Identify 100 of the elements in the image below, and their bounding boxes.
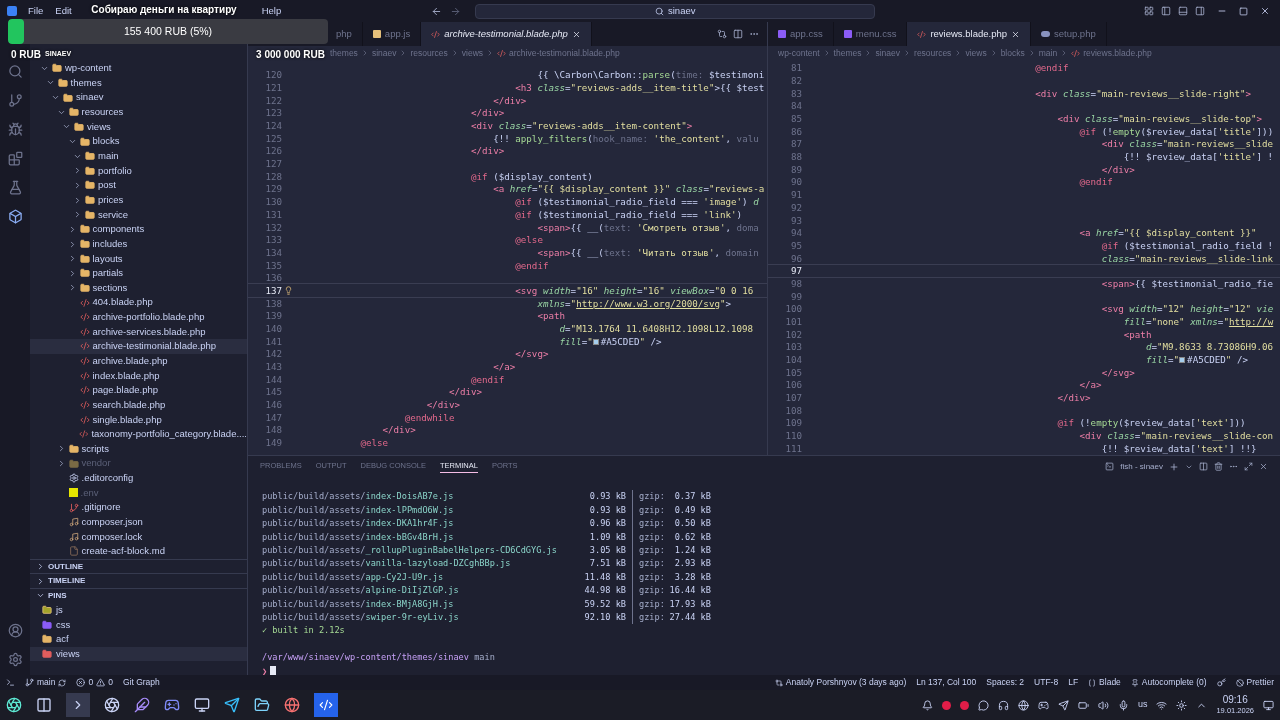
explorer-item[interactable]: resources [30,104,247,120]
chevron-right-icon[interactable] [73,166,82,176]
explorer-item[interactable]: post [30,178,247,193]
maximize-icon[interactable] [1239,6,1248,16]
more-icon[interactable] [1229,462,1238,471]
menu-item[interactable]: File [28,3,44,19]
explorer-item[interactable]: wp-content [30,61,247,76]
explorer-item[interactable]: archive-services.blade.php [30,324,247,340]
settings-icon[interactable] [7,652,23,667]
explorer-item[interactable]: 404.blade.php [30,295,247,310]
status-item[interactable]: Anatoly Porshnyov (3 days ago) [774,676,907,689]
pinned-item[interactable]: acf [30,632,247,647]
explorer-item[interactable]: portfolio [30,163,247,179]
pinned-item[interactable]: js [30,602,247,618]
explorer-item[interactable]: archive-portfolio.blade.php [30,309,247,325]
chat-tray-icon[interactable] [977,699,989,711]
close-icon[interactable] [571,29,581,39]
status-item[interactable]: Blade [1088,676,1121,689]
forward-icon[interactable] [450,5,462,17]
explorer-item[interactable]: archive-testimonial.blade.php [30,339,247,354]
notification-icon[interactable] [921,699,933,711]
explorer-item[interactable]: components [30,222,247,237]
explorer-item[interactable]: sinaev [30,90,247,105]
chevron-right-icon[interactable] [73,195,82,205]
file-manager-icon[interactable] [254,697,270,713]
explorer-item[interactable]: sections [30,280,247,296]
toggle-sidebar-icon[interactable] [1161,6,1171,16]
source-control-icon[interactable] [7,93,23,108]
battery-icon[interactable] [1077,699,1089,711]
feather-app-icon[interactable] [134,697,150,713]
explorer-item[interactable]: service [30,207,247,223]
explorer-item[interactable]: blocks [30,134,247,149]
split-editor-icon[interactable] [733,29,743,39]
explorer-item[interactable]: partials [30,265,247,281]
maximize-panel-icon[interactable] [1244,462,1253,471]
network-icon[interactable] [1156,699,1168,711]
explorer-item[interactable]: search.blade.php [30,397,247,413]
pinned-item[interactable]: views [30,646,247,662]
editor-tab[interactable]: reviews.blade.php [907,22,1031,46]
explorer-item[interactable]: prices [30,192,247,208]
toggle-panel-icon[interactable] [1178,6,1188,16]
status-item[interactable]: Spaces: 2 [986,676,1025,689]
browser-icon[interactable] [284,697,300,713]
close-icon[interactable] [1260,6,1270,16]
problems-status[interactable]: 0 0 [76,676,113,689]
search-icon[interactable] [7,64,23,79]
status-item[interactable]: LF [1068,676,1079,689]
status-item[interactable]: UTF-8 [1034,676,1059,689]
status-item[interactable]: Ln 137, Col 100 [916,676,977,689]
status-item[interactable]: Prettier [1235,676,1274,689]
run-debug-icon[interactable] [7,122,23,137]
explorer-item[interactable]: themes [30,75,247,91]
new-terminal-icon[interactable] [1169,461,1179,472]
branch-status[interactable]: main [25,676,67,689]
chevron-right-icon[interactable] [73,210,82,220]
sidebar-section-header[interactable]: PINS [30,588,247,603]
key-icon[interactable] [1216,678,1226,687]
layout-icon[interactable] [1144,6,1154,16]
account-icon[interactable] [7,623,23,638]
menu-item[interactable]: Edit [55,3,72,19]
keyboard-layout[interactable]: us [1137,698,1148,712]
sidebar-section-header[interactable]: TIMELINE [30,573,247,589]
toggle-secondary-sidebar-icon[interactable] [1195,6,1205,16]
microphone-icon[interactable] [1117,699,1129,711]
explorer-item[interactable]: layouts [30,251,247,266]
explorer-item[interactable]: page.blade.php [30,383,247,398]
editor-tab[interactable]: archive-testimonial.blade.php [421,22,592,46]
lightbulb-icon[interactable] [283,286,293,296]
explorer-item[interactable]: includes [30,236,247,252]
explorer-item[interactable]: single.blade.php [30,412,247,427]
terminal-app-icon[interactable] [66,693,90,717]
show-desktop-icon[interactable] [1263,699,1274,711]
explorer-item[interactable]: scripts [30,441,247,457]
explorer-item[interactable]: taxonomy-portfolio_category.blade.... [30,427,247,442]
git-graph-link[interactable]: Git Graph [122,676,160,689]
split-terminal-icon[interactable] [1199,462,1208,471]
box-icon[interactable] [7,209,23,224]
menu-item[interactable]: Help [261,3,282,19]
explorer-item[interactable]: .gitignore [30,500,247,515]
status-item[interactable]: Autocomplete (0) [1130,676,1207,689]
chevron-down-icon[interactable] [67,137,77,146]
command-search-field[interactable]: sinaev [475,3,876,19]
explorer-item[interactable]: create-acf-block.md [30,544,247,559]
remote-icon[interactable] [6,678,15,687]
pinned-item[interactable]: css [30,617,247,632]
sidebar-section-header[interactable]: OUTLINE [30,558,247,574]
volume-icon[interactable] [1097,699,1109,711]
testing-icon[interactable] [7,180,23,195]
color-swatch-icon[interactable] [1179,356,1186,363]
close-icon[interactable] [1259,462,1268,471]
trash-icon[interactable] [1214,462,1223,471]
code-editor[interactable] [768,60,1280,455]
chevron-right-icon[interactable] [36,562,45,572]
compare-icon[interactable] [717,29,727,39]
color-swatch-icon[interactable] [592,338,599,345]
code-editor[interactable] [248,60,767,455]
chevron-right-icon[interactable] [73,180,82,190]
brightness-icon[interactable] [1176,699,1188,711]
code-editor-app-icon[interactable] [314,693,338,717]
explorer-item[interactable]: composer.lock [30,529,247,545]
